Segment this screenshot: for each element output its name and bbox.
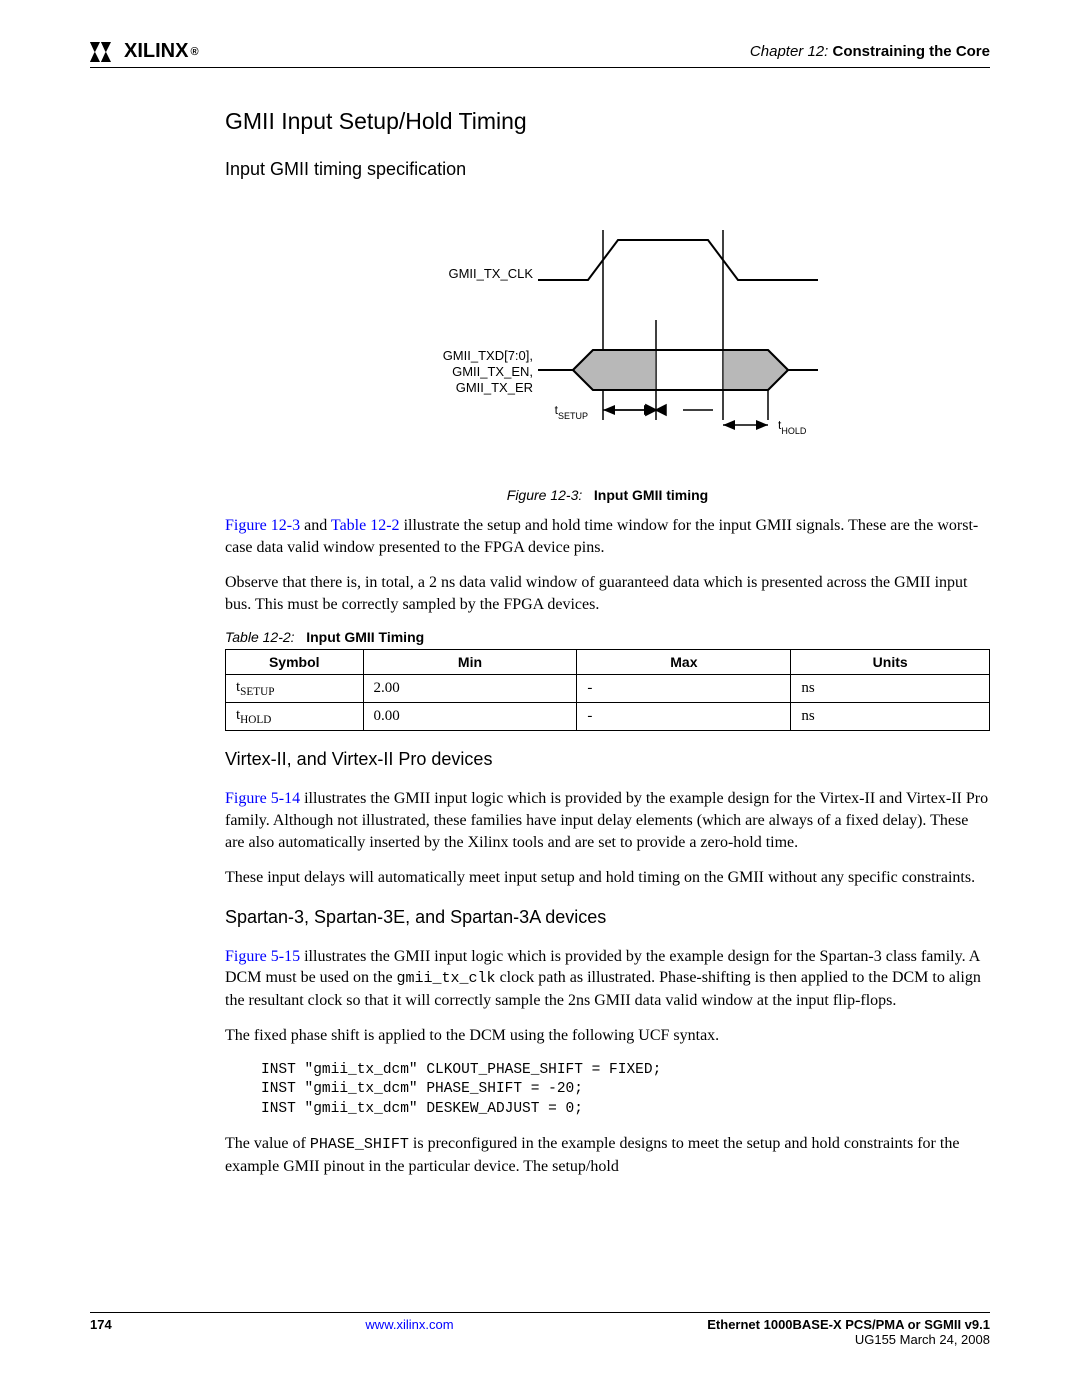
page-number: 174 bbox=[90, 1317, 112, 1347]
content-column: GMII Input Setup/Hold Timing Input GMII … bbox=[225, 108, 990, 1177]
th-min: Min bbox=[363, 650, 577, 675]
td-max: - bbox=[577, 703, 791, 731]
para-7a: The value of bbox=[225, 1135, 310, 1152]
para-3b: illustrates the GMII input logic which i… bbox=[225, 790, 988, 850]
xref-figure-12-3[interactable]: Figure 12-3 bbox=[225, 517, 300, 534]
table-row: tHOLD 0.00 - ns bbox=[226, 703, 990, 731]
table-row: tSETUP 2.00 - ns bbox=[226, 675, 990, 703]
fig-clk-label: GMII_TX_CLK bbox=[448, 266, 533, 281]
figure-12-3: GMII_TX_CLK bbox=[225, 210, 990, 475]
page: XILINX ® Chapter 12: Constraining the Co… bbox=[0, 0, 1080, 1251]
figure-caption: Figure 12-3: Input GMII timing bbox=[225, 487, 990, 503]
td-min: 2.00 bbox=[363, 675, 577, 703]
subsection-heading-3: Spartan-3, Spartan-3E, and Spartan-3A de… bbox=[225, 907, 990, 928]
logo-text: XILINX bbox=[124, 40, 188, 63]
footer-title: Ethernet 1000BASE-X PCS/PMA or SGMII v9.… bbox=[707, 1317, 990, 1332]
td-units: ns bbox=[791, 703, 990, 731]
ucf-code-block: INST "gmii_tx_dcm" CLKOUT_PHASE_SHIFT = … bbox=[261, 1061, 990, 1120]
page-footer: 174 www.xilinx.com Ethernet 1000BASE-X P… bbox=[90, 1312, 990, 1347]
td-max: - bbox=[577, 675, 791, 703]
xilinx-logo: XILINX ® bbox=[90, 40, 199, 63]
para-1b: and bbox=[300, 517, 331, 534]
table-caption: Table 12-2: Input GMII Timing bbox=[225, 629, 990, 645]
chapter-prefix: Chapter 12: bbox=[750, 43, 828, 60]
xref-figure-5-15[interactable]: Figure 5-15 bbox=[225, 948, 300, 965]
xref-figure-5-14[interactable]: Figure 5-14 bbox=[225, 790, 300, 807]
para-5: Figure 5-15 illustrates the GMII input l… bbox=[225, 946, 990, 1011]
td-min: 0.00 bbox=[363, 703, 577, 731]
para-3: Figure 5-14 illustrates the GMII input l… bbox=[225, 788, 990, 853]
figure-caption-prefix: Figure 12-3: bbox=[507, 487, 582, 503]
fig-thold-label: tHOLD bbox=[778, 418, 807, 436]
td-units: ns bbox=[791, 675, 990, 703]
td-symbol: tSETUP bbox=[226, 675, 364, 703]
xilinx-logo-icon bbox=[90, 42, 120, 62]
footer-url-link[interactable]: www.xilinx.com bbox=[365, 1317, 453, 1332]
code-gmii-tx-clk: gmii_tx_clk bbox=[397, 970, 496, 987]
table-caption-title: Input GMII Timing bbox=[306, 629, 424, 645]
page-header: XILINX ® Chapter 12: Constraining the Co… bbox=[90, 40, 990, 68]
table-header-row: Symbol Min Max Units bbox=[226, 650, 990, 675]
subsection-heading-1: Input GMII timing specification bbox=[225, 159, 990, 180]
footer-right: Ethernet 1000BASE-X PCS/PMA or SGMII v9.… bbox=[707, 1317, 990, 1347]
xref-table-12-2[interactable]: Table 12-2 bbox=[331, 517, 400, 534]
th-max: Max bbox=[577, 650, 791, 675]
footer-docid: UG155 March 24, 2008 bbox=[707, 1332, 990, 1347]
section-heading: GMII Input Setup/Hold Timing bbox=[225, 108, 990, 135]
para-4: These input delays will automatically me… bbox=[225, 867, 990, 889]
td-symbol: tHOLD bbox=[226, 703, 364, 731]
code-phase-shift: PHASE_SHIFT bbox=[310, 1136, 409, 1153]
chapter-header: Chapter 12: Constraining the Core bbox=[750, 43, 990, 60]
logo-reg: ® bbox=[190, 46, 198, 58]
th-symbol: Symbol bbox=[226, 650, 364, 675]
para-7: The value of PHASE_SHIFT is preconfigure… bbox=[225, 1133, 990, 1177]
para-6: The fixed phase shift is applied to the … bbox=[225, 1025, 990, 1047]
subsection-heading-2: Virtex-II, and Virtex-II Pro devices bbox=[225, 749, 990, 770]
fig-tsetup-label: tSETUP bbox=[554, 403, 587, 421]
table-caption-prefix: Table 12-2: bbox=[225, 629, 295, 645]
fig-data-label-1: GMII_TXD[7:0], bbox=[442, 348, 532, 363]
fig-data-label-3: GMII_TX_ER bbox=[455, 380, 532, 395]
fig-data-label-2: GMII_TX_EN, bbox=[452, 364, 533, 379]
th-units: Units bbox=[791, 650, 990, 675]
para-2: Observe that there is, in total, a 2 ns … bbox=[225, 572, 990, 615]
para-1: Figure 12-3 and Table 12-2 illustrate th… bbox=[225, 515, 990, 558]
table-12-2: Symbol Min Max Units tSETUP 2.00 - ns tH… bbox=[225, 649, 990, 731]
chapter-title: Constraining the Core bbox=[832, 43, 990, 60]
figure-caption-title: Input GMII timing bbox=[594, 487, 708, 503]
